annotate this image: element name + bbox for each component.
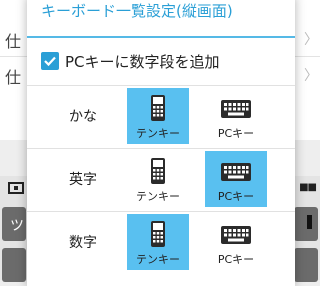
row-label: 英字 [69,172,97,188]
keyboard-row-alphabet: 英字 テンキー PCキー [27,149,295,211]
keyboard-icon [205,157,267,185]
add-number-row-label: PCキーに数字段を追加 [65,53,220,71]
tenkey-label: テンキー [136,190,180,203]
title-divider [27,36,295,38]
pc-key-label: PCキー [217,190,255,203]
add-number-row-option[interactable]: PCキーに数字段を追加 [27,48,295,78]
keyboard-key: ツ [2,207,26,241]
keyboard-key [294,248,318,282]
pc-key-button[interactable]: PCキー [205,88,267,144]
keyboard-icon [205,220,267,248]
pc-key-button[interactable]: PCキー [205,151,267,207]
add-number-row-checkbox[interactable] [41,52,59,70]
keyboard-key [294,207,318,241]
pc-key-label: PCキー [217,127,255,140]
chevron-right-icon: 〉 [304,68,318,84]
dialog-title: キーボード一覧設定(縦画面) [41,2,233,20]
tenkey-label: テンキー [136,253,180,266]
keyboard-list-settings-dialog: キーボード一覧設定(縦画面) PCキーに数字段を追加 かな テンキー PCキー … [27,0,295,286]
tenkey-button[interactable]: テンキー [127,151,189,207]
keyboard-icon [205,94,267,122]
more-icon: ■■ [299,182,317,193]
background-row-label: 仕 [5,68,22,87]
pc-key-label: PCキー [217,253,255,266]
phone-keypad-icon [127,157,189,185]
pc-key-button[interactable]: PCキー [205,214,267,270]
phone-keypad-icon [127,94,189,122]
checkmark-icon [44,56,56,67]
background-row-label: 仕 [5,32,22,51]
tenkey-button[interactable]: テンキー [127,88,189,144]
phone-keypad-icon [127,220,189,248]
keyboard-key [2,248,26,282]
row-label: 数字 [69,235,97,251]
keyboard-switch-icon [8,182,24,194]
keyboard-row-kana: かな テンキー PCキー [27,86,295,148]
tenkey-button[interactable]: テンキー [127,214,189,270]
chevron-right-icon: 〉 [304,32,318,48]
tenkey-label: テンキー [136,127,180,140]
keyboard-row-number: 数字 テンキー PCキー [27,212,295,274]
row-label: かな [69,109,97,125]
